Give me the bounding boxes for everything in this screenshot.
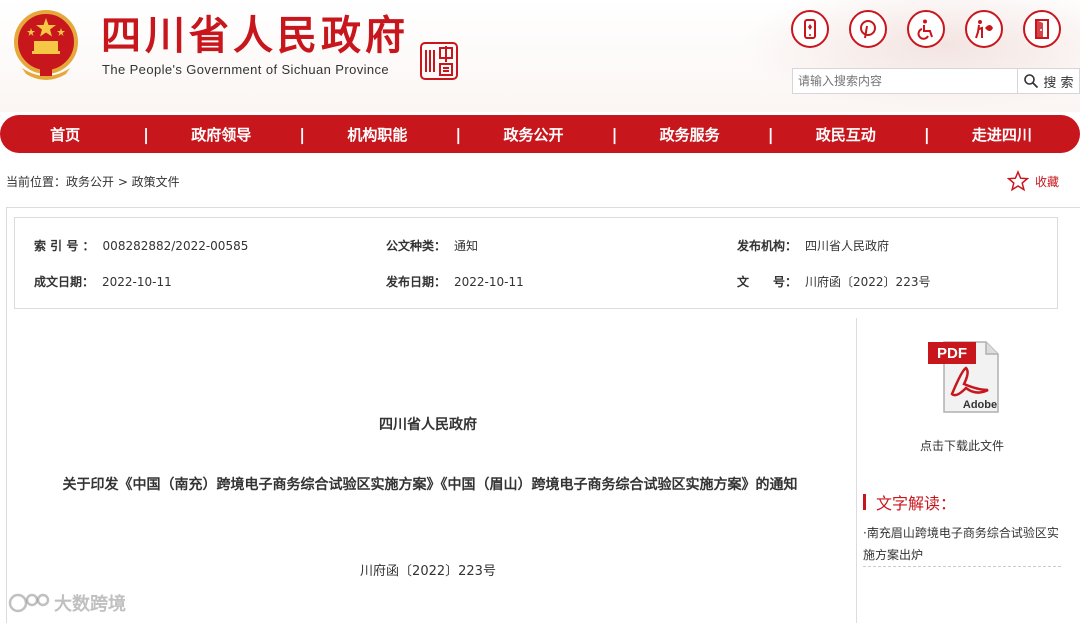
pdf-label: PDF (937, 345, 967, 362)
nav-item-gov-affairs[interactable]: 政务公开 (455, 124, 611, 145)
interpretation-divider (863, 566, 1061, 567)
site-header: 四川省人民政府 The People's Government of Sichu… (0, 0, 1080, 112)
meta-issuer-label: 发布机构： (737, 239, 798, 253)
favorite-button[interactable]: 收藏 (1007, 170, 1059, 192)
meta-issuer-value: 四川省人民政府 (805, 239, 890, 253)
adobe-label: Adobe (963, 399, 997, 411)
accessibility-icon[interactable] (907, 10, 945, 48)
nav-item-functions[interactable]: 机构职能 (299, 124, 455, 145)
search-box: 搜 索 (792, 68, 1080, 94)
china-seal-icon (420, 42, 458, 80)
star-icon (1007, 170, 1029, 192)
search-button-label: 搜 索 (1043, 75, 1074, 91)
national-emblem-icon[interactable] (10, 8, 82, 82)
site-title-english: The People's Government of Sichuan Provi… (102, 62, 390, 77)
meta-docno-value: 川府函〔2022〕223号 (805, 275, 931, 289)
mobile-icon[interactable] (791, 10, 829, 48)
breadcrumb[interactable]: 当前位置：政务公开 > 政策文件 (6, 173, 180, 190)
watermark-logo-icon (8, 593, 50, 613)
nav-item-leaders[interactable]: 政府领导 (143, 124, 299, 145)
watermark: 大数跨境 (8, 590, 126, 616)
search-input[interactable] (793, 69, 1017, 93)
search-button[interactable]: 搜 索 (1017, 69, 1079, 93)
meta-type: 公文种类： 通知 (386, 237, 478, 254)
document-metadata (14, 217, 1058, 309)
nav-item-about-sichuan[interactable]: 走进四川 (924, 124, 1080, 145)
meta-published: 发布日期： 2022-10-11 (386, 273, 524, 290)
meta-created-label: 成文日期： (34, 275, 95, 289)
meta-type-label: 公文种类： (386, 239, 447, 253)
pdf-download-icon[interactable]: PDF Adobe (926, 338, 1002, 416)
pinterest-icon[interactable] (849, 10, 887, 48)
meta-index-label: 索 引 号 ： (34, 239, 95, 253)
exit-door-icon[interactable] (1023, 10, 1061, 48)
watermark-text: 大数跨境 (54, 594, 126, 615)
interpretation-link[interactable]: ·南充眉山跨境电子商务综合试验区实施方案出炉 (863, 522, 1063, 566)
meta-published-label: 发布日期： (386, 275, 447, 289)
meta-index: 索 引 号 ： 008282882/2022-00585 (34, 237, 248, 254)
meta-created: 成文日期： 2022-10-11 (34, 273, 172, 290)
sidebar-divider (856, 318, 857, 623)
nav-item-services[interactable]: 政务服务 (612, 124, 768, 145)
nav-item-interaction[interactable]: 政民互动 (768, 124, 924, 145)
search-icon (1024, 74, 1039, 89)
top-icon-bar (791, 10, 1061, 48)
meta-created-value: 2022-10-11 (102, 275, 172, 289)
interpretation-heading-text: 文字解读： (876, 494, 957, 513)
meta-issuer: 发布机构： 四川省人民政府 (737, 237, 889, 254)
site-title[interactable]: 四川省人民政府 (101, 12, 409, 60)
meta-type-value: 通知 (454, 239, 479, 253)
meta-docno: 文 号： 川府函〔2022〕223号 (737, 273, 930, 290)
elderly-care-icon[interactable] (965, 10, 1003, 48)
document-issuer: 四川省人民政府 (379, 417, 477, 433)
document-number: 川府函〔2022〕223号 (360, 564, 496, 579)
meta-published-value: 2022-10-11 (454, 275, 524, 289)
document-title: 关于印发《中国（南充）跨境电子商务综合试验区实施方案》《中国（眉山）跨境电子商务… (62, 477, 798, 493)
favorite-label: 收藏 (1035, 174, 1060, 189)
download-file-link[interactable]: 点击下载此文件 (862, 437, 1062, 454)
main-nav: 首页 | 政府领导 | 机构职能 | 政务公开 | 政务服务 | 政民互动 | … (0, 115, 1080, 153)
meta-docno-label: 文 号： (737, 275, 798, 289)
nav-item-home[interactable]: 首页 (0, 124, 143, 145)
heading-accent-bar (863, 494, 866, 510)
interpretation-heading: 文字解读： (863, 490, 956, 514)
meta-index-value: 008282882/2022-00585 (102, 239, 249, 253)
